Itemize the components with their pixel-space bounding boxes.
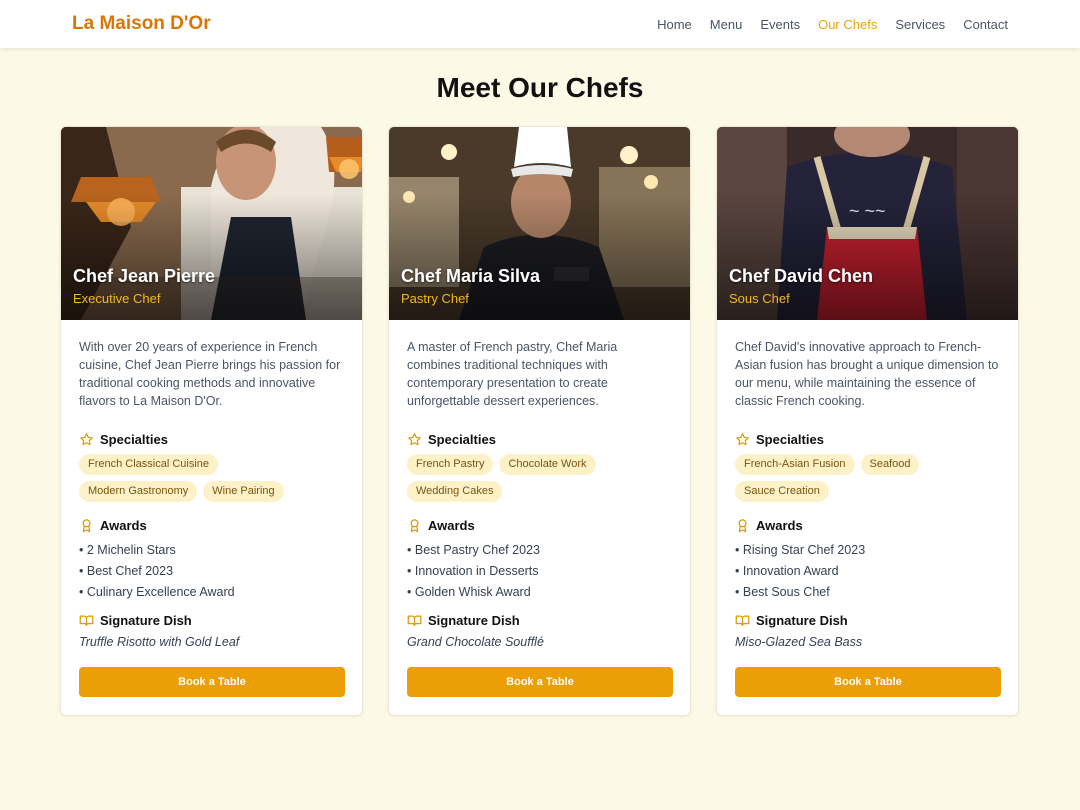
star-icon — [736, 432, 749, 445]
award-item: • Culinary Excellence Award — [79, 585, 235, 599]
specialties-tags: French Classical Cuisine Modern Gastrono… — [79, 454, 344, 508]
awards-heading: Awards — [79, 516, 344, 534]
chef-name: Chef Jean Pierre — [73, 266, 216, 286]
chef-description: Chef David's innovative approach to Fren… — [735, 340, 999, 408]
book-open-icon — [79, 615, 94, 626]
specialties-heading: Specialties — [79, 430, 344, 448]
award-icon — [738, 518, 747, 532]
awards-list: • 2 Michelin Stars • Best Chef 2023 • Cu… — [79, 540, 344, 603]
award-icon — [410, 518, 419, 532]
star-icon — [408, 432, 421, 445]
specialty-tag: French Pastry — [407, 454, 494, 475]
award-item: • 2 Michelin Stars — [79, 543, 176, 557]
awards-heading: Awards — [735, 516, 1000, 534]
nav-contact[interactable]: Contact — [963, 17, 1008, 32]
signature-dish: Grand Chocolate Soufflé — [407, 635, 544, 649]
chef-photo: ~ ~~ Chef David Chen Sous Chef — [717, 127, 1018, 320]
chef-card: Chef Maria Silva Pastry Chef A master of… — [388, 126, 691, 716]
chef-photo: Chef Maria Silva Pastry Chef — [389, 127, 690, 320]
specialty-tag: French-Asian Fusion — [735, 454, 855, 475]
specialties-label: Specialties — [756, 431, 824, 447]
nav-home[interactable]: Home — [657, 17, 692, 32]
specialties-tags: French Pastry Chocolate Work Wedding Cak… — [407, 454, 672, 508]
specialties-heading: Specialties — [407, 430, 672, 448]
awards-label: Awards — [428, 517, 475, 533]
main-nav: Home Menu Events Our Chefs Services Cont… — [639, 17, 1008, 32]
specialties-label: Specialties — [428, 431, 496, 447]
specialties-label: Specialties — [100, 431, 168, 447]
specialty-tag: Chocolate Work — [499, 454, 596, 475]
specialty-tag: Wedding Cakes — [407, 481, 503, 502]
specialty-tag: Modern Gastronomy — [79, 481, 198, 502]
signature-label: Signature Dish — [756, 612, 848, 628]
book-table-button[interactable]: Book a Table — [79, 667, 345, 697]
award-item: • Innovation Award — [735, 564, 839, 578]
signature-heading: Signature Dish — [79, 611, 344, 629]
chef-name: Chef David Chen — [729, 266, 874, 286]
awards-list: • Best Pastry Chef 2023 • Innovation in … — [407, 540, 672, 603]
chef-role: Sous Chef — [729, 291, 790, 306]
chef-description: A master of French pastry, Chef Maria co… — [407, 340, 618, 408]
book-table-button[interactable]: Book a Table — [407, 667, 673, 697]
award-item: • Best Pastry Chef 2023 — [407, 543, 540, 557]
signature-heading: Signature Dish — [735, 611, 1000, 629]
specialty-tag: Wine Pairing — [203, 481, 284, 502]
chef-photo: Chef Jean Pierre Executive Chef — [61, 127, 362, 320]
nav-our-chefs[interactable]: Our Chefs — [818, 17, 877, 32]
chef-description: With over 20 years of experience in Fren… — [79, 340, 341, 408]
award-item: • Rising Star Chef 2023 — [735, 543, 866, 557]
awards-label: Awards — [756, 517, 803, 533]
nav-events[interactable]: Events — [760, 17, 800, 32]
signature-label: Signature Dish — [100, 612, 192, 628]
signature-heading: Signature Dish — [407, 611, 672, 629]
specialty-tag: Seafood — [860, 454, 920, 475]
brand-logo[interactable]: La Maison D'Or — [72, 13, 211, 35]
chef-card: ~ ~~ Chef David Chen Sous Chef Chef Davi… — [716, 126, 1019, 716]
award-item: • Innovation in Desserts — [407, 564, 539, 578]
award-icon — [82, 518, 91, 532]
nav-services[interactable]: Services — [895, 17, 945, 32]
award-item: • Best Chef 2023 — [79, 564, 174, 578]
book-table-button[interactable]: Book a Table — [735, 667, 1001, 697]
nav-menu[interactable]: Menu — [710, 17, 743, 32]
chef-card: Chef Jean Pierre Executive Chef With ove… — [60, 126, 363, 716]
chef-role: Executive Chef — [73, 291, 161, 306]
specialty-tag: Sauce Creation — [735, 481, 829, 502]
chef-role: Pastry Chef — [401, 291, 469, 306]
specialties-heading: Specialties — [735, 430, 1000, 448]
signature-dish: Truffle Risotto with Gold Leaf — [79, 635, 240, 649]
award-item: • Best Sous Chef — [735, 585, 830, 599]
book-open-icon — [407, 615, 422, 626]
specialty-tag: French Classical Cuisine — [79, 454, 219, 475]
chef-name: Chef Maria Silva — [401, 266, 541, 286]
signature-dish: Miso-Glazed Sea Bass — [735, 635, 863, 649]
awards-heading: Awards — [407, 516, 672, 534]
page-title: Meet Our Chefs — [436, 72, 644, 103]
specialties-tags: French-Asian Fusion Seafood Sauce Creati… — [735, 454, 1000, 508]
top-navbar: La Maison D'Or Home Menu Events Our Chef… — [0, 0, 1080, 48]
award-item: • Golden Whisk Award — [407, 585, 531, 599]
awards-list: • Rising Star Chef 2023 • Innovation Awa… — [735, 540, 1000, 603]
star-icon — [80, 432, 93, 445]
signature-label: Signature Dish — [428, 612, 520, 628]
awards-label: Awards — [100, 517, 147, 533]
book-open-icon — [735, 615, 750, 626]
chef-cards: Chef Jean Pierre Executive Chef With ove… — [60, 126, 1020, 716]
